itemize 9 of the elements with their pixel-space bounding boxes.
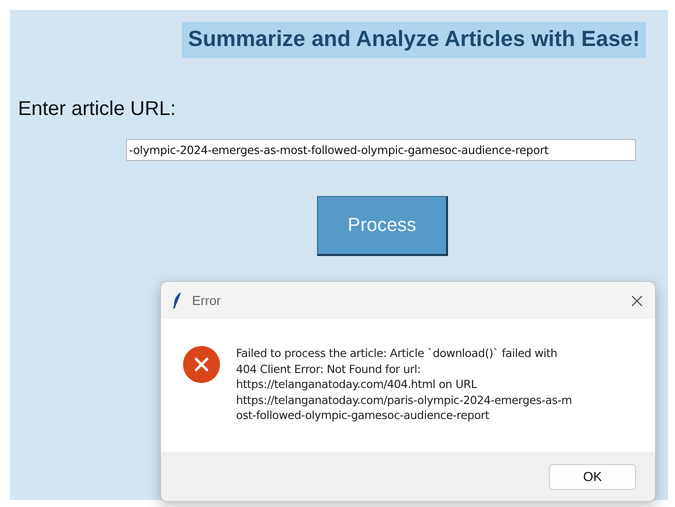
error-icon <box>183 346 220 383</box>
feather-icon <box>173 292 182 309</box>
url-input-field[interactable]: -olympic-2024-emerges-as-most-followed-olympic-gamesoc-audience-report <box>126 139 636 161</box>
ok-button[interactable]: OK <box>549 464 636 490</box>
url-label: Enter article URL: <box>18 98 177 121</box>
dialog-title: Error <box>192 293 222 308</box>
error-message: Failed to process the article: Article `download()` failed with 404 Client Error: Not Found for url: https://telanganatoday.com/404.html on URL https://telanganatoday.com/paris-olympic-2024-emerges-as-m ost-followed-olympic-gamesoc-audience-report <box>236 346 572 424</box>
close-icon[interactable] <box>631 294 643 306</box>
app-heading: Summarize and Analyze Articles with Ease! <box>182 22 646 58</box>
